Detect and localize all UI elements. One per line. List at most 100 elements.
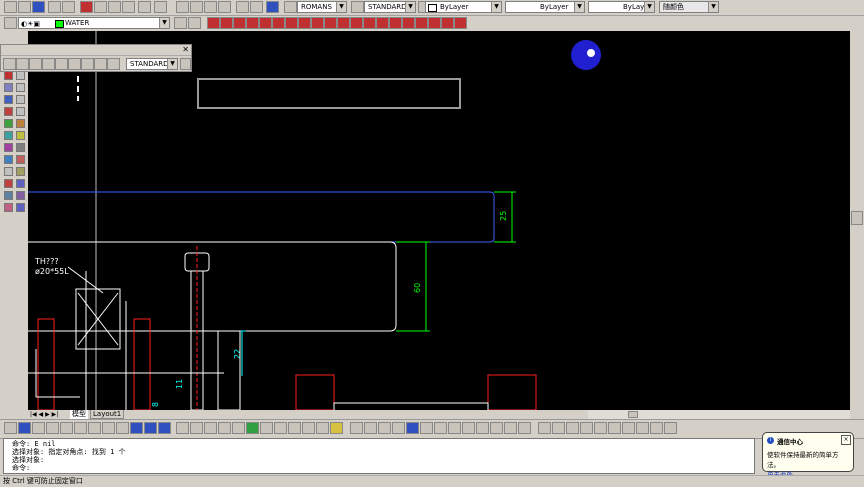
- quick-leader-icon[interactable]: [324, 17, 337, 29]
- color-select[interactable]: ByLayer ▼: [425, 1, 502, 13]
- linetype-select[interactable]: ByLayer ▼: [505, 1, 585, 13]
- ellipse-tool-icon[interactable]: [16, 119, 25, 128]
- plotstyle-select[interactable]: 随颜色 ▼: [659, 1, 719, 13]
- bt-8-icon[interactable]: [102, 422, 115, 434]
- chevron-down-icon[interactable]: ▼: [159, 18, 169, 28]
- bt-24-icon[interactable]: [330, 422, 343, 434]
- bt-40-icon[interactable]: [566, 422, 579, 434]
- center-mark-icon[interactable]: [350, 17, 363, 29]
- dim-style-select[interactable]: STANDARD ▼: [364, 1, 416, 13]
- match-properties-icon[interactable]: [122, 1, 135, 13]
- dimension-diameter-icon[interactable]: [259, 17, 272, 29]
- chevron-down-icon[interactable]: ▼: [167, 59, 177, 69]
- zoom-previous-icon[interactable]: [218, 1, 231, 13]
- polygon-tool-icon[interactable]: [16, 83, 25, 92]
- dim-tool-4-icon[interactable]: [42, 58, 55, 70]
- bt-32-icon[interactable]: [448, 422, 461, 434]
- bt-39-icon[interactable]: [552, 422, 565, 434]
- bt-15-icon[interactable]: [204, 422, 217, 434]
- bt-28-icon[interactable]: [392, 422, 405, 434]
- tab-layout1[interactable]: Layout1: [90, 410, 125, 419]
- bt-35-icon[interactable]: [490, 422, 503, 434]
- zoom-window-icon[interactable]: [204, 1, 217, 13]
- insert-block-icon[interactable]: [4, 131, 13, 140]
- command-prompt[interactable]: 命令:: [12, 464, 754, 472]
- copy-tool-icon[interactable]: [16, 179, 25, 188]
- scroll-thumb[interactable]: [851, 211, 863, 225]
- command-line[interactable]: 命令: E nil 选择对象: 指定对角点: 找到 1 个 选择对象: 命令:: [3, 438, 755, 474]
- bt-43-icon[interactable]: [608, 422, 621, 434]
- bt-37-icon[interactable]: [518, 422, 531, 434]
- drawing-svg[interactable]: 25 60 22 11 8 TH??? ø20*55L: [28, 31, 850, 410]
- dimension-baseline-icon[interactable]: [298, 17, 311, 29]
- chevron-down-icon[interactable]: ▼: [644, 2, 654, 12]
- bt-16-icon[interactable]: [218, 422, 231, 434]
- bt-44-icon[interactable]: [622, 422, 635, 434]
- dimension-radius-icon[interactable]: [246, 17, 259, 29]
- dimension-linear-icon[interactable]: [207, 17, 220, 29]
- dim-tool-9-icon[interactable]: [107, 58, 120, 70]
- bt-19-icon[interactable]: [260, 422, 273, 434]
- spline-tool-icon[interactable]: [4, 119, 13, 128]
- xline-tool-icon[interactable]: [16, 71, 25, 80]
- move-tool-icon[interactable]: [16, 203, 25, 212]
- make-object-layer-current-icon[interactable]: [174, 17, 187, 29]
- horizontal-scrollbar[interactable]: [588, 410, 850, 419]
- bt-47-icon[interactable]: [664, 422, 677, 434]
- bt-10-icon[interactable]: [130, 422, 143, 434]
- float-dim-style-select[interactable]: STANDARD ▼: [126, 58, 178, 70]
- preview-icon[interactable]: [62, 1, 75, 13]
- bt-6-icon[interactable]: [74, 422, 87, 434]
- bt-29-icon[interactable]: [406, 422, 419, 434]
- dimension-ordinate-icon[interactable]: [233, 17, 246, 29]
- tool-e-icon[interactable]: [454, 17, 467, 29]
- dim-tool-6-icon[interactable]: [68, 58, 81, 70]
- chevron-down-icon[interactable]: ▼: [574, 2, 584, 12]
- bt-33-icon[interactable]: [462, 422, 475, 434]
- bt-31-icon[interactable]: [434, 422, 447, 434]
- save-icon[interactable]: [32, 1, 45, 13]
- dimension-continue-icon[interactable]: [311, 17, 324, 29]
- hscroll-thumb[interactable]: [628, 411, 638, 418]
- layer-select[interactable]: ◐☀▣ WATER ▼: [18, 17, 170, 29]
- bt-7-icon[interactable]: [88, 422, 101, 434]
- dim-tool-3-icon[interactable]: [29, 58, 42, 70]
- bt-2-icon[interactable]: [18, 422, 31, 434]
- dimension-angular-icon[interactable]: [272, 17, 285, 29]
- open-icon[interactable]: [18, 1, 31, 13]
- bt-3-icon[interactable]: [32, 422, 45, 434]
- bt-22-icon[interactable]: [302, 422, 315, 434]
- drawing-canvas[interactable]: 25 60 22 11 8 TH??? ø20*55L: [28, 31, 850, 410]
- bt-26-icon[interactable]: [364, 422, 377, 434]
- bt-12-icon[interactable]: [158, 422, 171, 434]
- arc-tool-icon[interactable]: [16, 95, 25, 104]
- bt-27-icon[interactable]: [378, 422, 391, 434]
- tool-a-icon[interactable]: [402, 17, 415, 29]
- chevron-down-icon[interactable]: ▼: [491, 2, 501, 12]
- tab-model[interactable]: 模型: [70, 410, 88, 419]
- tool-c-icon[interactable]: [428, 17, 441, 29]
- layer-previous-icon[interactable]: [188, 17, 201, 29]
- zoom-realtime-icon[interactable]: [190, 1, 203, 13]
- print-icon[interactable]: [48, 1, 61, 13]
- tab-nav-arrows[interactable]: |◀ ◀ ▶ ▶|: [30, 410, 58, 419]
- array-tool-icon[interactable]: [4, 203, 13, 212]
- mirror-tool-icon[interactable]: [4, 191, 13, 200]
- paste-icon[interactable]: [108, 1, 121, 13]
- dim-tool-8-icon[interactable]: [94, 58, 107, 70]
- make-block-icon[interactable]: [16, 131, 25, 140]
- dim-tool-2-icon[interactable]: [16, 58, 29, 70]
- chevron-down-icon[interactable]: ▼: [336, 2, 346, 12]
- text-style-select[interactable]: ROMANS ▼: [297, 1, 347, 13]
- cut-icon[interactable]: [80, 1, 93, 13]
- bt-20-icon[interactable]: [274, 422, 287, 434]
- help-icon[interactable]: [266, 1, 279, 13]
- floating-toolbar-titlebar[interactable]: [1, 45, 191, 56]
- bt-46-icon[interactable]: [650, 422, 663, 434]
- bt-4-icon[interactable]: [46, 422, 59, 434]
- vertical-scrollbar[interactable]: [850, 31, 864, 410]
- revcloud-tool-icon[interactable]: [16, 107, 25, 116]
- dim-style-manager-icon[interactable]: [180, 58, 191, 70]
- tool-d-icon[interactable]: [441, 17, 454, 29]
- hatch-tool-icon[interactable]: [16, 143, 25, 152]
